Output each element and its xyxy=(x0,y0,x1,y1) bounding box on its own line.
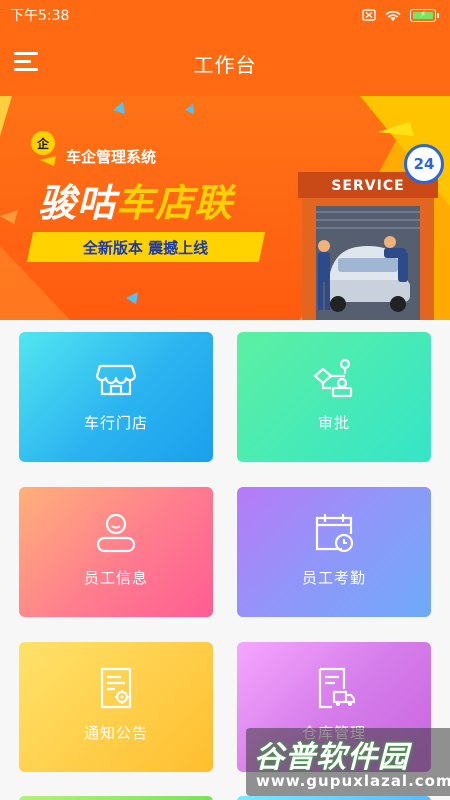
document-gear-icon xyxy=(100,667,132,709)
menu-icon[interactable] xyxy=(14,52,40,74)
status-bar: 下午5:38 100⚡ xyxy=(0,0,450,30)
app-bar: 工作台 xyxy=(0,30,450,96)
headline-part2: 车店联 xyxy=(116,181,234,225)
service-sign: SERVICE xyxy=(331,178,404,194)
tile-notice[interactable]: 通知公告 xyxy=(19,642,213,772)
tile-partial-left[interactable] xyxy=(19,796,213,800)
tile-attendance[interactable]: 员工考勤 xyxy=(237,487,431,617)
badge-24h-icon: 24 xyxy=(404,144,444,184)
watermark-title: 谷普软件园 xyxy=(254,740,409,775)
wifi-icon xyxy=(385,10,401,21)
person-icon xyxy=(96,513,136,553)
status-time: 下午5:38 xyxy=(10,8,70,24)
site-watermark: 谷普软件园 www.gupuxlazal.com xyxy=(246,728,450,796)
tile-partial-right[interactable] xyxy=(237,796,431,800)
calendar-clock-icon xyxy=(315,514,354,553)
approval-flow-icon xyxy=(313,358,353,398)
watermark-url: www.gupuxlazal.com xyxy=(256,772,450,790)
banner-headline: 骏咕车店联 xyxy=(38,172,233,227)
tile-approval[interactable]: 审批 xyxy=(237,332,431,462)
headline-part1: 骏咕 xyxy=(38,181,117,225)
tile-label: 通知公告 xyxy=(83,724,148,742)
status-icons: 100⚡ xyxy=(362,8,439,22)
tile-store[interactable]: 车行门店 xyxy=(19,332,213,462)
slogan-text: 全新版本 震撼上线 xyxy=(83,238,209,257)
tile-label: 车行门店 xyxy=(83,414,148,432)
battery-icon: 100⚡ xyxy=(410,8,439,22)
tile-label: 审批 xyxy=(317,414,350,432)
tile-staff-info[interactable]: 员工信息 xyxy=(19,487,213,617)
banner-system-name: 车企管理系统 xyxy=(66,148,157,166)
banner-logo: 企 xyxy=(31,131,55,155)
promo-banner[interactable]: 企 车企管理系统 骏咕车店联 全新版本 震撼上线 SERVICE 24 xyxy=(0,96,450,320)
page-title: 工作台 xyxy=(193,52,257,77)
service-garage-illustration: SERVICE xyxy=(298,172,438,320)
warehouse-truck-icon xyxy=(318,667,356,709)
banner-slogan: 全新版本 震撼上线 xyxy=(26,232,266,262)
tile-label: 员工信息 xyxy=(83,569,148,587)
store-icon xyxy=(95,364,137,396)
sim-off-icon xyxy=(362,9,376,21)
tile-label: 员工考勤 xyxy=(301,569,366,587)
